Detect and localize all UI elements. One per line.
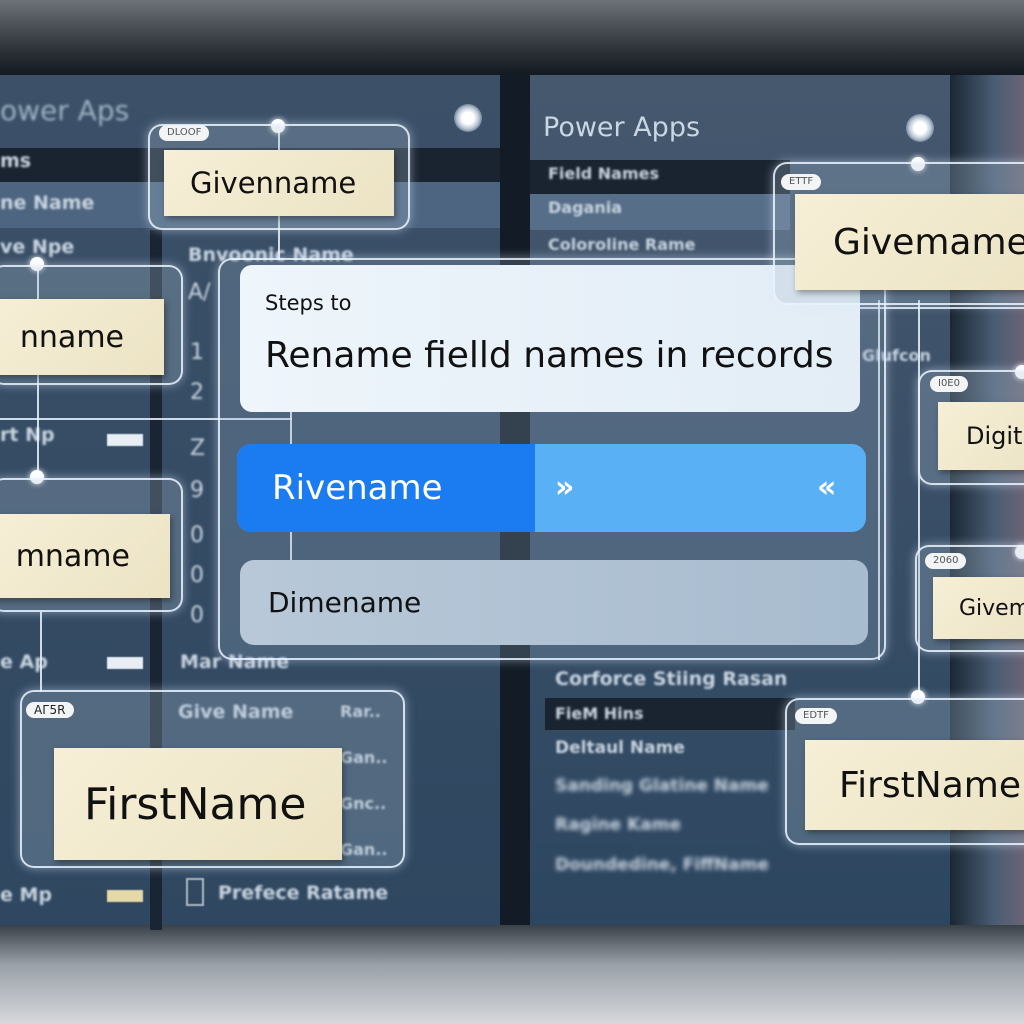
field-row[interactable]: Doundedine, FiffName bbox=[555, 855, 769, 875]
field-card-firstname[interactable]: AГ5R FirstName bbox=[20, 690, 405, 868]
card-badge: ETTF bbox=[781, 174, 822, 190]
sticky-note: mname bbox=[0, 514, 170, 598]
field-card-givem[interactable]: 2060 Givem bbox=[915, 545, 1024, 652]
field-row[interactable]: Sanding Glatine Name bbox=[555, 776, 769, 796]
field-card-mname[interactable]: mname bbox=[0, 478, 183, 612]
number-cell: 0 bbox=[190, 523, 204, 548]
toggle-chip[interactable] bbox=[107, 434, 143, 446]
sticky-note: Digitr bbox=[938, 402, 1024, 470]
field-card-nname[interactable]: nname bbox=[0, 265, 183, 385]
sticky-note: Givem bbox=[933, 577, 1024, 639]
column-label: Prefece Ratame bbox=[218, 882, 389, 904]
arrow-right-icon[interactable]: » bbox=[555, 470, 574, 505]
right-app-title: Power Apps bbox=[543, 112, 701, 143]
dialog-subtitle: Steps to bbox=[265, 291, 352, 315]
sticky-note: nname bbox=[0, 299, 164, 375]
option-dimename[interactable]: Dimename bbox=[240, 560, 868, 645]
sticky-note: FirstName bbox=[805, 740, 1024, 830]
option-label: Dimename bbox=[268, 586, 422, 619]
card-badge: 2060 bbox=[925, 553, 967, 569]
field-row[interactable]: Corforce Stiing Rasan bbox=[555, 668, 787, 690]
left-row[interactable]: e Mp bbox=[0, 884, 52, 906]
connector-line bbox=[40, 612, 42, 692]
monitor-bezel-bottom bbox=[0, 925, 1024, 1024]
sticky-note: FirstName bbox=[54, 748, 342, 860]
left-app-title: ower Aps bbox=[0, 94, 130, 127]
left-row[interactable]: ne Name bbox=[0, 192, 94, 214]
field-row[interactable]: Field Names bbox=[548, 164, 659, 183]
arrow-left-icon[interactable]: « bbox=[817, 470, 836, 505]
number-cell: 2 bbox=[190, 380, 204, 405]
card-badge: DLOOF bbox=[159, 125, 210, 141]
settings-circle-icon[interactable] bbox=[906, 114, 934, 142]
field-card-firstname-right[interactable]: EDTF FirstName bbox=[785, 698, 1024, 845]
left-row[interactable]: ms bbox=[0, 150, 31, 172]
field-card-givemame[interactable]: ETTF Givemame bbox=[773, 162, 1024, 305]
left-row[interactable]: ve Npe bbox=[0, 236, 74, 258]
option-rivename[interactable]: Rivename » « bbox=[237, 444, 866, 532]
number-cell: Z bbox=[190, 436, 206, 461]
settings-circle-icon[interactable] bbox=[454, 104, 482, 132]
field-card-givenname[interactable]: DLOOF Givenname bbox=[148, 124, 410, 230]
card-badge: EDTF bbox=[795, 708, 837, 724]
field-row[interactable]: FieM Hins bbox=[555, 704, 644, 723]
field-row[interactable]: Dagania bbox=[548, 198, 622, 217]
toggle-chip[interactable] bbox=[107, 890, 143, 902]
number-cell: 1 bbox=[190, 340, 204, 365]
number-cell: 0 bbox=[190, 603, 204, 628]
field-card-digitr[interactable]: I0E0 Digitr bbox=[918, 370, 1024, 485]
left-row[interactable]: rt Np bbox=[0, 424, 55, 446]
field-row[interactable]: Ragine Kame bbox=[555, 815, 681, 835]
field-row[interactable]: Coloroline Rame bbox=[548, 235, 696, 254]
dialog-header: Steps to Rename fielld names in records bbox=[240, 265, 860, 412]
card-badge: AГ5R bbox=[26, 702, 74, 718]
toggle-chip[interactable] bbox=[107, 657, 143, 669]
number-cell: 9 bbox=[190, 478, 204, 503]
document-icon bbox=[186, 878, 204, 906]
number-cell: 0 bbox=[190, 563, 204, 588]
sticky-note: Givemame bbox=[795, 194, 1024, 290]
option-label: Rivename bbox=[272, 468, 443, 508]
card-badge: I0E0 bbox=[930, 376, 968, 392]
sticky-note: Givenname bbox=[164, 150, 394, 216]
field-row[interactable]: Deltaul Name bbox=[555, 738, 685, 758]
monitor-bezel-top bbox=[0, 0, 1024, 75]
dialog-title: Rename fielld names in records bbox=[265, 335, 834, 376]
number-cell: A/ bbox=[188, 280, 211, 305]
